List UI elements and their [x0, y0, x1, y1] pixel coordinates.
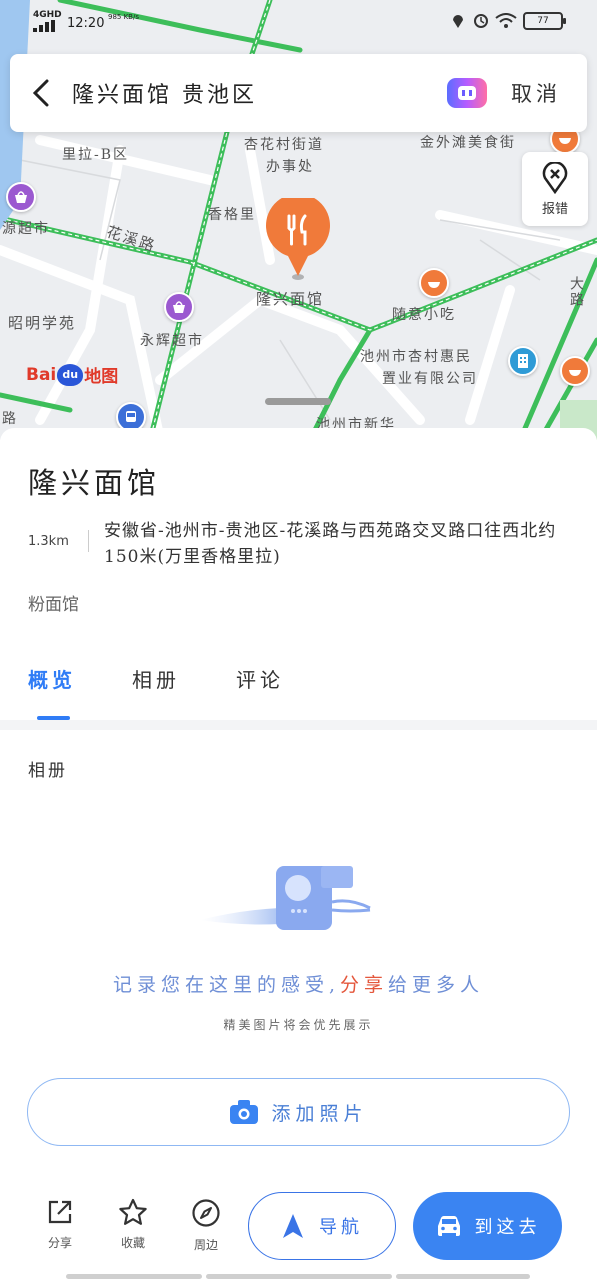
map-label: 金外滩美食街 — [420, 135, 516, 151]
map-view[interactable]: 里拉-B区 杏花村街道 办事处 金外滩美食街 源超市 花溪路 香格里 隆兴面馆 … — [0, 0, 597, 440]
gesture-bar — [396, 1274, 530, 1279]
gesture-bar — [206, 1274, 392, 1279]
network-speed: 985 KB/s — [108, 13, 139, 21]
map-pin-error-icon — [542, 161, 568, 194]
add-photo-label: 添加照片 — [271, 1102, 368, 1125]
ai-assistant-button[interactable] — [447, 78, 487, 108]
report-error-button[interactable]: 报错 — [522, 152, 588, 226]
nearby-button[interactable]: 周边 — [181, 1198, 231, 1253]
map-label: 永辉超市 — [140, 333, 204, 349]
map-label: 办事处 — [266, 159, 314, 175]
favorite-label: 收藏 — [120, 1236, 145, 1250]
network-indicator: 4GHD — [33, 10, 62, 20]
compass-icon — [192, 1199, 220, 1227]
share-icon — [48, 1200, 72, 1224]
map-label-selected: 隆兴面馆 — [256, 290, 325, 308]
star-icon — [119, 1198, 147, 1225]
ai-assistant-icon — [458, 86, 476, 100]
map-label: 置业有限公司 — [382, 371, 478, 387]
nearby-label: 周边 — [193, 1238, 218, 1252]
search-bar[interactable]: 隆兴面馆 贵池区 取消 — [10, 54, 587, 132]
map-label: 路 — [2, 411, 18, 427]
favorite-button[interactable]: 收藏 — [108, 1198, 158, 1251]
supermarket-poi-icon[interactable] — [164, 292, 194, 322]
cancel-button[interactable]: 取消 — [511, 78, 561, 108]
clock: 12:20 — [67, 16, 105, 31]
sheet-drag-handle[interactable] — [265, 398, 331, 405]
section-divider — [0, 720, 597, 730]
map-label: 香格里 — [208, 207, 256, 223]
divider — [88, 530, 89, 552]
back-button[interactable] — [10, 54, 72, 132]
supermarket-poi-icon[interactable] — [6, 182, 36, 212]
map-label: 源超市 — [2, 221, 50, 237]
alarm-icon — [474, 14, 488, 28]
signal-icon — [33, 20, 55, 32]
navigate-button[interactable]: 导航 — [248, 1192, 396, 1260]
bottom-action-bar: 分享 收藏 周边 导航 到这去 — [0, 1170, 597, 1280]
tab-album[interactable]: 相册 — [132, 664, 180, 693]
place-detail-sheet: 隆兴面馆 1.3km 安徽省-池州市-贵池区-花溪路与西苑路交叉路口往西北约15… — [0, 428, 597, 1280]
status-icons: 77 — [449, 12, 566, 30]
share-label: 分享 — [47, 1236, 72, 1250]
status-bar: 4GHD 12:20 985 KB/s 77 — [0, 0, 597, 44]
go-here-button[interactable]: 到这去 — [413, 1192, 562, 1260]
share-button[interactable]: 分享 — [35, 1198, 85, 1251]
food-poi-icon[interactable] — [560, 356, 590, 386]
album-section-title: 相册 — [28, 761, 68, 781]
camera-illustration-icon — [200, 866, 371, 930]
navigate-label: 导航 — [319, 1217, 363, 1238]
office-building-poi-icon[interactable] — [508, 346, 538, 376]
baidu-map-logo: Bai du 地图 — [26, 363, 119, 387]
place-category: 粉面馆 — [28, 595, 79, 615]
map-label: 昭明学苑 — [8, 314, 77, 332]
map-label: 大路 — [568, 276, 584, 308]
detail-tabs: 概览 相册 评论 — [0, 664, 597, 720]
map-label: 池州市杏村惠民 — [360, 349, 472, 365]
gesture-bar — [66, 1274, 202, 1279]
map-label: 随意小吃 — [392, 307, 456, 323]
prompt-highlight: 分享 — [340, 974, 389, 996]
place-distance: 1.3km — [28, 534, 69, 549]
search-query[interactable]: 隆兴面馆 贵池区 — [72, 77, 447, 109]
car-icon — [437, 1216, 460, 1236]
album-subtext: 精美图片将会优先展示 — [223, 1018, 374, 1032]
back-arrow-icon — [32, 79, 49, 107]
map-label: 里拉-B区 — [62, 147, 130, 163]
add-photo-button[interactable]: 添加照片 — [27, 1078, 570, 1146]
album-prompt: 记录您在这里的感受,分享给更多人 — [0, 970, 597, 997]
wifi-icon — [495, 13, 517, 28]
prompt-text: 给更多人 — [388, 974, 485, 996]
navigation-arrow-icon — [283, 1214, 303, 1238]
selected-restaurant-pin-icon[interactable] — [264, 193, 332, 282]
camera-icon — [230, 1100, 259, 1124]
place-title: 隆兴面馆 — [28, 466, 161, 500]
tab-reviews[interactable]: 评论 — [236, 664, 284, 693]
battery-indicator: 77 — [523, 12, 566, 30]
map-label: 杏花村街道 — [244, 137, 324, 153]
go-here-label: 到这去 — [474, 1217, 541, 1238]
food-poi-icon[interactable] — [419, 268, 449, 298]
place-address: 安徽省-池州市-贵池区-花溪路与西苑路交叉路口往西北约150米(万里香格里拉) — [104, 521, 557, 567]
report-error-label: 报错 — [541, 201, 568, 217]
tab-overview[interactable]: 概览 — [28, 664, 76, 693]
prompt-text: 记录您在这里的感受, — [112, 974, 340, 996]
location-status-icon — [453, 15, 463, 28]
